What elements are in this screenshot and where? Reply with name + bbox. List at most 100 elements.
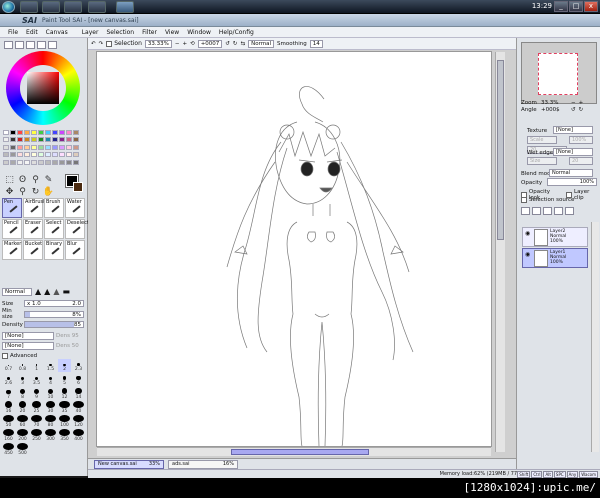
- texture-select[interactable]: [None]: [2, 332, 54, 340]
- magic-wand-icon[interactable]: ⚲: [29, 175, 42, 187]
- taskbar-app-1[interactable]: [20, 1, 38, 13]
- canvas-vertical-scrollbar[interactable]: [495, 52, 505, 452]
- color-swatch[interactable]: [66, 152, 72, 158]
- brush-size-preset[interactable]: 8: [16, 387, 29, 400]
- brush-size-preset[interactable]: 0.8: [16, 359, 29, 372]
- rect-select-icon[interactable]: ⬚: [3, 175, 16, 187]
- size-slider[interactable]: x 1.0 2.0: [24, 300, 84, 307]
- color-swatch[interactable]: [45, 159, 51, 165]
- color-swatch[interactable]: [52, 137, 58, 143]
- color-swatch[interactable]: [59, 130, 65, 135]
- color-swatch[interactable]: [38, 152, 44, 158]
- brush-size-preset[interactable]: 9: [30, 387, 43, 400]
- menu-window[interactable]: Window: [187, 29, 211, 36]
- color-swatch[interactable]: [24, 144, 30, 150]
- rgb-mode-button[interactable]: [15, 41, 24, 49]
- close-button[interactable]: x: [584, 1, 598, 12]
- brush-size-preset[interactable]: 25: [30, 401, 43, 414]
- copy-layer-icon[interactable]: [543, 207, 552, 215]
- menu-file[interactable]: File: [8, 29, 18, 36]
- brush-size-preset[interactable]: 2: [58, 359, 71, 372]
- color-swatch[interactable]: [66, 130, 72, 135]
- brush-size-preset[interactable]: 160: [2, 429, 15, 442]
- brush-size-preset[interactable]: 10: [44, 387, 57, 400]
- brush-size-preset[interactable]: 14: [72, 387, 85, 400]
- blend-mode-select[interactable]: Normal: [549, 169, 593, 177]
- brush-tool-blur[interactable]: Blur: [65, 240, 85, 260]
- brush-size-preset[interactable]: 120: [72, 415, 85, 428]
- color-swatch[interactable]: [59, 159, 65, 165]
- undo-icon[interactable]: ↶: [91, 41, 96, 47]
- minimize-button[interactable]: _: [554, 1, 568, 12]
- brush-size-preset[interactable]: 40: [72, 401, 85, 414]
- nav-zoom-out-icon[interactable]: −: [571, 100, 576, 106]
- color-swatch[interactable]: [17, 130, 23, 135]
- taskbar-app-3[interactable]: [64, 1, 82, 13]
- color-swatch[interactable]: [31, 144, 37, 150]
- color-swatch[interactable]: [17, 137, 23, 143]
- color-swatch[interactable]: [52, 152, 58, 158]
- selection-checkbox[interactable]: [106, 40, 113, 47]
- color-swatch[interactable]: [45, 137, 51, 143]
- color-swatch[interactable]: [52, 130, 58, 135]
- color-swatch[interactable]: [59, 137, 65, 143]
- brush-size-preset[interactable]: 12: [58, 387, 71, 400]
- color-swatch[interactable]: [38, 137, 44, 143]
- menu-filter[interactable]: Filter: [142, 29, 157, 36]
- vertical-scroll-thumb[interactable]: [497, 60, 504, 240]
- brush-size-preset[interactable]: 1: [30, 359, 43, 372]
- color-swatch[interactable]: [38, 144, 44, 150]
- color-swatch[interactable]: [3, 152, 9, 158]
- brush-size-preset[interactable]: 4: [44, 373, 57, 386]
- brush-size-preset[interactable]: 30: [44, 401, 57, 414]
- color-swatch[interactable]: [31, 159, 37, 165]
- layer-texture-select[interactable]: [None]: [553, 126, 593, 134]
- canvas-horizontal-scrollbar[interactable]: [97, 447, 491, 456]
- nav-zoom-value[interactable]: 33.3%: [541, 100, 571, 106]
- brush-size-preset[interactable]: 20: [16, 401, 29, 414]
- menu-selection[interactable]: Selection: [106, 29, 134, 36]
- color-swatch[interactable]: [24, 159, 30, 165]
- color-swatch[interactable]: [66, 137, 72, 143]
- scratchpad-mode-button[interactable]: [48, 41, 57, 49]
- color-swatch[interactable]: [52, 144, 58, 150]
- brush-size-preset[interactable]: 100: [58, 415, 71, 428]
- taskbar-app-2[interactable]: [42, 1, 60, 13]
- menu-layer[interactable]: Layer: [82, 29, 99, 36]
- brush-tool-deselect[interactable]: Deselect: [65, 219, 89, 239]
- wet-edge-select[interactable]: [None]: [553, 148, 593, 156]
- brush-size-preset[interactable]: 16: [2, 401, 15, 414]
- color-swatch[interactable]: [38, 159, 44, 165]
- color-swatch[interactable]: [38, 130, 44, 135]
- tab-ads[interactable]: ads.sai 16%: [168, 460, 238, 469]
- menu-help[interactable]: Help/Config: [219, 29, 254, 36]
- color-swatch[interactable]: [24, 130, 30, 135]
- layer-item-layer2[interactable]: ◉ Layer2 Normal 100%: [522, 227, 588, 247]
- eyedropper-icon[interactable]: ✎: [42, 175, 55, 187]
- brush-size-preset[interactable]: 0.7: [2, 359, 15, 372]
- smoothing-select[interactable]: 14: [309, 39, 323, 48]
- color-swatch[interactable]: [31, 130, 37, 135]
- brush-mode-select[interactable]: Normal: [2, 287, 32, 296]
- brush-size-preset[interactable]: 7: [2, 387, 15, 400]
- density-slider[interactable]: 85: [24, 321, 84, 328]
- delete-layer-icon[interactable]: [565, 207, 574, 215]
- brush-size-preset[interactable]: 2.3: [72, 359, 85, 372]
- color-swatch[interactable]: [73, 130, 79, 135]
- brush-size-preset[interactable]: 3: [16, 373, 29, 386]
- color-swatch[interactable]: [24, 137, 30, 143]
- selection-source-checkbox[interactable]: [521, 197, 527, 203]
- redo-icon[interactable]: ↷: [99, 41, 104, 47]
- visibility-eye-icon[interactable]: ◉: [525, 231, 531, 237]
- navigator-preview[interactable]: [521, 42, 597, 104]
- brush-tool-brush[interactable]: Brush: [44, 198, 64, 218]
- color-swatch[interactable]: [59, 152, 65, 158]
- brush-size-preset[interactable]: 500: [16, 443, 29, 456]
- brush-shape-sharp-icon[interactable]: ▲: [35, 287, 41, 296]
- brush-size-preset[interactable]: 300: [44, 429, 57, 442]
- layer-list-scrollbar[interactable]: [591, 222, 599, 452]
- zoom-out-icon[interactable]: −: [175, 41, 180, 47]
- new-set-icon[interactable]: [532, 207, 541, 215]
- brush-size-preset[interactable]: 1.5: [44, 359, 57, 372]
- brush-size-preset[interactable]: 3.5: [30, 373, 43, 386]
